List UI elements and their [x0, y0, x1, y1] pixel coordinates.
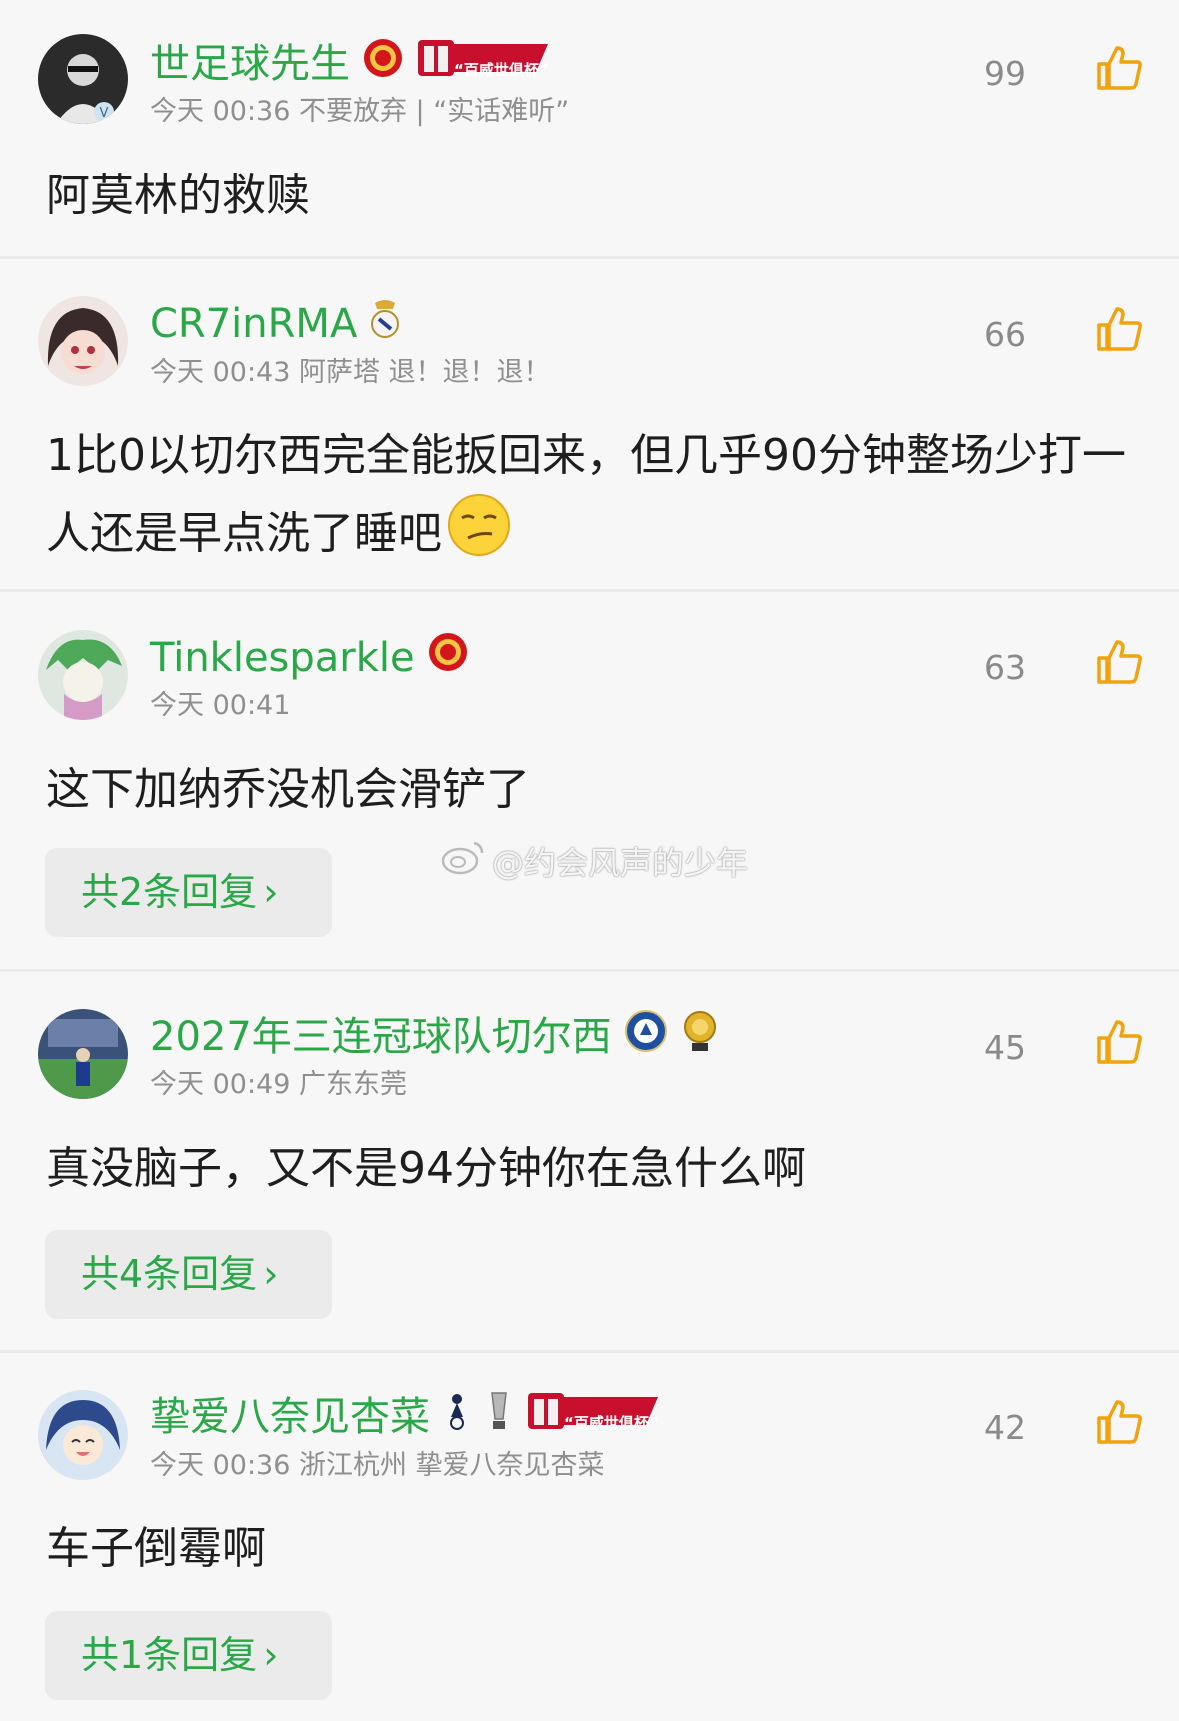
username[interactable]: CR7inRMA [150, 297, 401, 350]
comment-item: V 世足球先生 “百威世俱杯” 今天 00:36 不要放弃 | “实话难听” 9… [0, 0, 1179, 259]
comment-item: 2027年三连冠球队切尔西 今天 00:49 广东东莞 45 真没脑子，又不是9… [0, 972, 1179, 1353]
comment-item: CR7inRMA 今天 00:43 阿萨塔 退！退！退！ 66 1比0以切尔西完… [0, 259, 1179, 592]
view-replies-button[interactable]: 共2条回复 › [45, 848, 332, 937]
view-replies-label: 共4条回复 [81, 1252, 258, 1296]
username[interactable]: 挚爱八奈见杏菜 “百威世俱杯” [150, 1389, 660, 1444]
comment-text: 这下加纳乔没机会滑铲了 [46, 764, 530, 815]
comment-text: 阿莫林的救赎 [46, 170, 310, 221]
avatar[interactable] [38, 1390, 128, 1480]
comment-text-content: 1比0以切尔西完全能扳回来，但几乎90分钟整场少打一人还是早点洗了睡吧 [46, 430, 1126, 559]
real-madrid-badge-icon [369, 297, 401, 350]
like-count: 63 [984, 648, 1026, 687]
avatar[interactable] [38, 296, 128, 386]
view-replies-button[interactable]: 共4条回复 › [45, 1230, 332, 1319]
comment-text: 1比0以切尔西完全能扳回来，但几乎90分钟整场少打一人还是早点洗了睡吧 [46, 420, 1161, 580]
username-text[interactable]: 世足球先生 [150, 40, 350, 88]
comment-meta: 今天 00:49 广东东莞 [150, 1069, 407, 1100]
comment-item: Tinklesparkle 今天 00:41 63 这下加纳乔没机会滑铲了 共2… [0, 592, 1179, 972]
like-count: 45 [984, 1028, 1026, 1067]
avatar[interactable] [38, 630, 128, 720]
username[interactable]: 世足球先生 “百威世俱杯” [150, 36, 550, 91]
username-text[interactable]: 2027年三连冠球队切尔西 [150, 1013, 612, 1061]
manchester-united-badge-icon [362, 37, 404, 90]
chevron-right-icon: › [263, 1633, 279, 1677]
thumbs-up-icon[interactable] [1095, 44, 1143, 92]
username[interactable]: Tinklesparkle [150, 631, 469, 684]
comment-meta: 今天 00:41 [150, 690, 291, 721]
view-replies-button[interactable]: 共1条回复 › [45, 1611, 332, 1700]
avatar[interactable]: V [38, 34, 128, 124]
comment-text: 车子倒霉啊 [46, 1523, 266, 1574]
europa-league-trophy-icon [484, 1389, 514, 1444]
avatar[interactable] [38, 1009, 128, 1099]
watermark-text: @约会风声的少年 [492, 844, 749, 882]
gold-medal-icon [680, 1009, 720, 1064]
username-text[interactable]: CR7inRMA [150, 300, 357, 348]
view-replies-label: 共2条回复 [81, 870, 258, 914]
comment-meta: 今天 00:36 浙江杭州 挚爱八奈见杏菜 [150, 1450, 605, 1481]
username-text[interactable]: 挚爱八奈见杏菜 [150, 1393, 430, 1441]
manchester-united-badge-icon [427, 631, 469, 684]
comment-text: 真没脑子，又不是94分钟你在急什么啊 [46, 1143, 806, 1194]
like-count: 99 [984, 54, 1026, 93]
budweiser-club-world-cup-badge-icon: “百威世俱杯” [416, 36, 550, 91]
thumbs-up-icon[interactable] [1095, 1398, 1143, 1446]
comment-meta: 今天 00:43 阿萨塔 退！退！退！ [150, 357, 551, 388]
like-count: 66 [984, 315, 1026, 354]
chevron-right-icon: › [263, 870, 279, 914]
chelsea-badge-icon [624, 1009, 668, 1064]
weibo-logo-icon [440, 839, 486, 883]
budweiser-club-world-cup-badge-icon: “百威世俱杯” [526, 1389, 660, 1444]
thumbs-up-icon[interactable] [1095, 305, 1143, 353]
username-text[interactable]: Tinklesparkle [150, 634, 415, 682]
smirk-emoji-icon [446, 492, 512, 580]
chevron-right-icon: › [263, 1252, 279, 1296]
badge-text: “百威世俱杯” [454, 61, 549, 79]
username[interactable]: 2027年三连冠球队切尔西 [150, 1009, 720, 1064]
view-replies-label: 共1条回复 [81, 1633, 258, 1677]
watermark: @约会风声的少年 [440, 838, 748, 884]
badge-text: “百威世俱杯” [564, 1414, 659, 1432]
comment-meta: 今天 00:36 不要放弃 | “实话难听” [150, 96, 570, 127]
comment-item: 挚爱八奈见杏菜 “百威世俱杯” 今天 00:36 浙江杭州 挚爱八奈见杏菜 42… [0, 1353, 1179, 1721]
thumbs-up-icon[interactable] [1095, 638, 1143, 686]
thumbs-up-icon[interactable] [1095, 1018, 1143, 1066]
tottenham-badge-icon [442, 1389, 472, 1444]
like-count: 42 [984, 1408, 1026, 1447]
svg-text:V: V [100, 106, 109, 121]
